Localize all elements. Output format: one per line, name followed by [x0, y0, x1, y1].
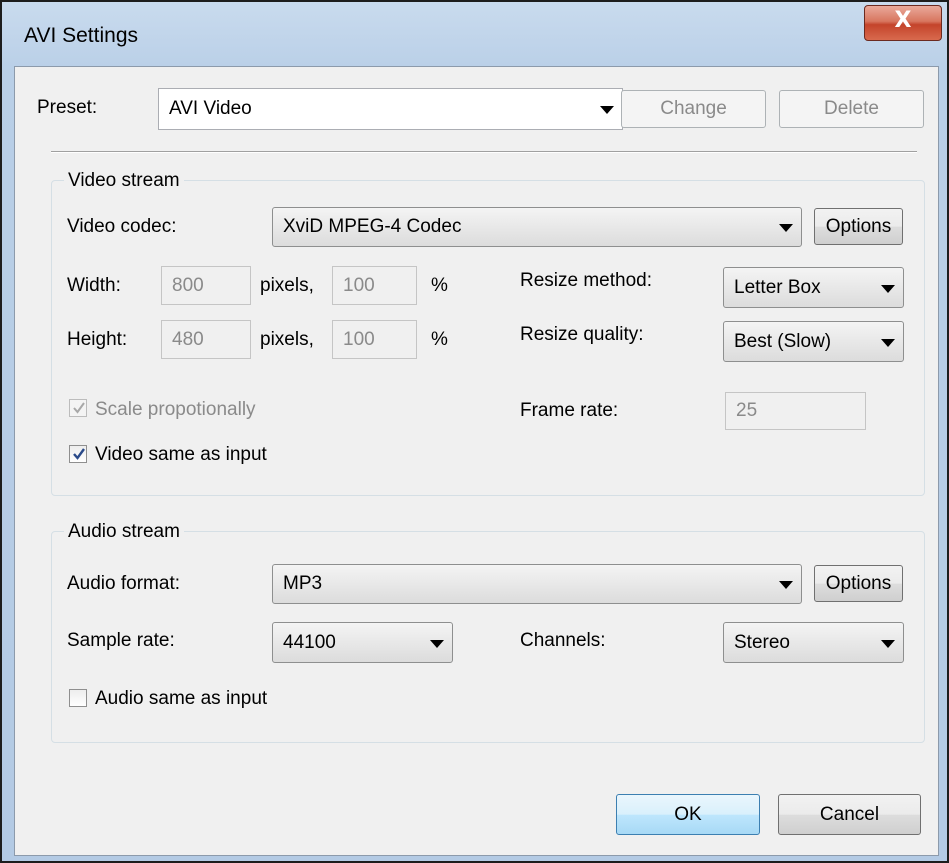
height-input[interactable]: 480 [161, 320, 251, 359]
delete-button[interactable]: Delete [779, 90, 924, 128]
audio-stream-title: Audio stream [64, 521, 184, 543]
audio-format-label: Audio format: [67, 573, 180, 594]
video-same-as-input-checkbox[interactable] [69, 445, 87, 463]
frame-rate-input[interactable]: 25 [725, 392, 866, 430]
resize-method-label: Resize method: [520, 270, 653, 291]
resize-quality-dropdown[interactable]: Best (Slow) [723, 321, 904, 362]
scale-proportionally-label: Scale propotionally [95, 399, 256, 420]
sample-rate-value: 44100 [283, 631, 336, 653]
preset-label: Preset: [37, 97, 98, 118]
width-percent-unit: % [431, 275, 448, 296]
cancel-button[interactable]: Cancel [778, 794, 921, 835]
sample-rate-dropdown[interactable]: 44100 [272, 622, 453, 663]
video-codec-value: XviD MPEG-4 Codec [283, 216, 462, 237]
chevron-down-icon [881, 284, 895, 293]
scale-proportionally-checkbox[interactable] [69, 399, 87, 417]
chevron-down-icon [779, 224, 793, 232]
change-button[interactable]: Change [621, 90, 766, 128]
close-icon: X [894, 8, 912, 33]
frame-rate-label: Frame rate: [520, 400, 619, 421]
resize-method-dropdown[interactable]: Letter Box [723, 267, 904, 308]
dialog-window: AVI Settings X Preset: AVI Video Change … [0, 0, 949, 863]
video-same-as-input-label: Video same as input [95, 444, 267, 465]
audio-format-dropdown[interactable]: MP3 [272, 564, 802, 604]
close-button[interactable]: X [864, 5, 942, 41]
ok-button[interactable]: OK [616, 794, 760, 835]
chevron-down-icon [430, 639, 444, 648]
channels-value: Stereo [734, 631, 790, 653]
video-codec-dropdown[interactable]: XviD MPEG-4 Codec [272, 207, 802, 247]
resize-quality-label: Resize quality: [520, 324, 644, 345]
video-codec-label: Video codec: [67, 216, 177, 237]
audio-same-as-input-checkbox[interactable] [69, 689, 87, 707]
window-title: AVI Settings [24, 24, 139, 47]
width-input[interactable]: 800 [161, 266, 251, 305]
preset-value: AVI Video [169, 98, 252, 119]
preset-dropdown[interactable]: AVI Video [158, 88, 623, 130]
separator [51, 151, 917, 153]
chevron-down-icon [881, 639, 895, 648]
chevron-down-icon [881, 338, 895, 347]
video-stream-title: Video stream [64, 170, 184, 192]
resize-quality-value: Best (Slow) [734, 330, 832, 352]
title-bar[interactable]: AVI Settings X [2, 2, 947, 64]
dialog-body: Preset: AVI Video Change Delete Video st… [14, 66, 939, 856]
width-label: Width: [67, 275, 121, 296]
height-pixels-unit: pixels, [260, 329, 314, 350]
video-options-button[interactable]: Options [814, 208, 903, 245]
sample-rate-label: Sample rate: [67, 630, 175, 651]
check-mark-icon [73, 448, 85, 460]
audio-same-as-input-label: Audio same as input [95, 688, 268, 709]
channels-dropdown[interactable]: Stereo [723, 622, 904, 663]
audio-options-button[interactable]: Options [814, 565, 903, 602]
resize-method-value: Letter Box [734, 276, 821, 298]
channels-label: Channels: [520, 630, 606, 651]
height-percent-unit: % [431, 329, 448, 350]
chevron-down-icon [600, 106, 614, 114]
audio-format-value: MP3 [283, 573, 323, 594]
chevron-down-icon [779, 581, 793, 589]
width-pixels-unit: pixels, [260, 275, 314, 296]
width-percent-input[interactable]: 100 [332, 266, 417, 305]
height-label: Height: [67, 329, 128, 350]
check-mark-icon [73, 402, 85, 414]
height-percent-input[interactable]: 100 [332, 320, 417, 359]
